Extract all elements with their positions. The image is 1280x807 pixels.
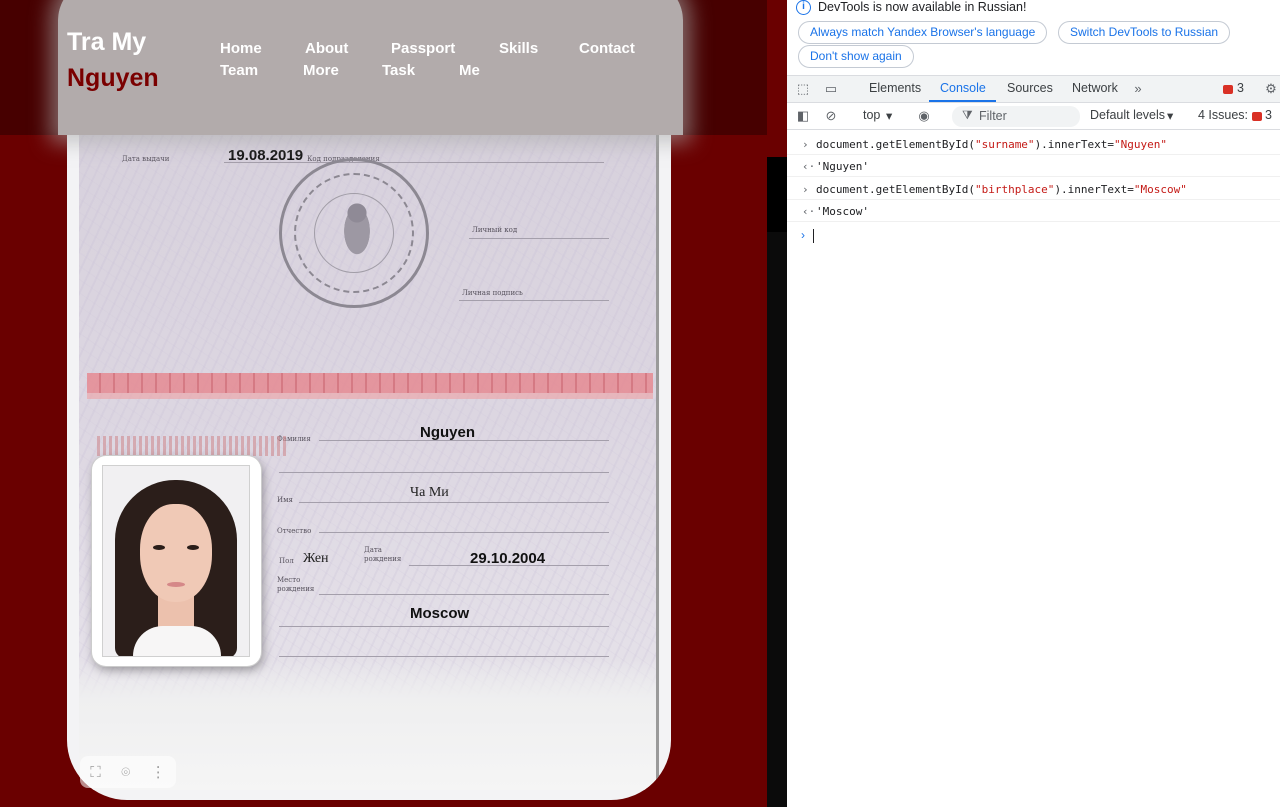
console-prompt-input[interactable] xyxy=(813,229,814,243)
chevron-down-icon: ▾ xyxy=(886,109,893,123)
console-input-line: › document.getElementById("surname").inn… xyxy=(787,133,1280,155)
nav-contact[interactable]: Contact xyxy=(579,40,635,57)
passport-card: Дата выдачи 19.08.2019 Код подразделения… xyxy=(67,100,671,800)
inspect-element-icon[interactable]: ⬚ xyxy=(795,81,811,97)
log-levels-dropdown[interactable]: Default levels xyxy=(1090,108,1165,122)
label-birth-date: Дата рождения xyxy=(364,546,402,563)
nav-skills[interactable]: Skills xyxy=(499,40,538,57)
brand-last-name[interactable]: Nguyen xyxy=(67,64,159,93)
console-input-line: › document.getElementById("birthplace").… xyxy=(787,178,1280,200)
filter-input[interactable]: ⧩ Filter xyxy=(952,106,1080,127)
context-selector[interactable]: top xyxy=(863,108,880,122)
console-toolbar: ◧ ⊘ top ▾ ◉ ⧩ Filter Default levels ▾ 4 … xyxy=(787,103,1280,130)
label-sex: Пол xyxy=(279,557,294,565)
console-output-line: ‹· 'Nguyen' xyxy=(787,155,1280,177)
label-personal-code: Личный код xyxy=(472,226,518,234)
info-icon: i xyxy=(796,0,811,15)
label-birthplace: Место рождения xyxy=(277,576,315,593)
label-name: Имя xyxy=(277,496,293,504)
error-badge-icon xyxy=(1223,85,1233,94)
label-patronymic: Отчество xyxy=(277,527,312,535)
label-issue-date: Дата выдачи xyxy=(122,155,170,163)
nav-about[interactable]: About xyxy=(305,40,348,57)
tab-console[interactable]: Console xyxy=(940,81,986,95)
switch-to-russian-button[interactable]: Switch DevTools to Russian xyxy=(1058,21,1231,44)
passport-page: Дата выдачи 19.08.2019 Код подразделения… xyxy=(79,100,659,790)
console-prompt-icon: › xyxy=(801,228,805,242)
language-infobar: i DevTools is now available in Russian! … xyxy=(787,0,1280,76)
site-header: Tra My Nguyen Home About Passport Skills… xyxy=(0,0,767,135)
dont-show-again-button[interactable]: Don't show again xyxy=(798,45,914,68)
nav-more[interactable]: More xyxy=(303,62,339,79)
given-names-value: Ча Ми xyxy=(410,485,449,500)
nav-me[interactable]: Me xyxy=(459,62,480,79)
label-signature: Личная подпись xyxy=(462,289,523,297)
devtools-tabbar: ⬚ ▭ Elements Console Sources Network » 3… xyxy=(787,76,1280,103)
filter-icon: ⧩ xyxy=(962,108,973,122)
input-chevron-icon: › xyxy=(802,183,809,196)
input-chevron-icon: › xyxy=(802,138,809,151)
security-band xyxy=(87,373,653,393)
nav-home[interactable]: Home xyxy=(220,40,262,57)
device-toolbar-icon[interactable]: ▭ xyxy=(823,81,839,97)
more-icon[interactable]: ⋮ xyxy=(151,763,166,781)
surname-value: Nguyen xyxy=(420,424,476,441)
sex-value: Жен xyxy=(303,551,329,566)
camera-icon[interactable]: ⌾ xyxy=(121,763,130,781)
passport-photo-frame xyxy=(92,456,261,666)
viewport-edge xyxy=(767,157,787,232)
console-output-line: ‹· 'Moscow' xyxy=(787,200,1280,222)
infobar-message: DevTools is now available in Russian! xyxy=(818,0,1027,14)
viewport-edge-lower xyxy=(767,232,787,807)
active-tab-indicator xyxy=(929,100,996,102)
tab-sources[interactable]: Sources xyxy=(1007,81,1053,95)
eye-icon[interactable]: ◉ xyxy=(916,108,932,124)
brand-first-name[interactable]: Tra My xyxy=(67,28,146,57)
settings-gear-icon[interactable]: ⚙ xyxy=(1263,81,1279,97)
sidebar-toggle-icon[interactable]: ◧ xyxy=(795,108,811,124)
issues-count[interactable]: 3 xyxy=(1265,108,1272,122)
nav-passport[interactable]: Passport xyxy=(391,40,455,57)
issues-badge-icon xyxy=(1252,112,1262,121)
birthplace-value: Moscow xyxy=(410,605,470,622)
website-viewport: Дата выдачи 19.08.2019 Код подразделения… xyxy=(0,0,787,807)
passport-photo xyxy=(102,465,250,657)
more-tabs-chevron-icon[interactable]: » xyxy=(1130,81,1146,97)
image-tools: ⛶ ⌾ ⋮ xyxy=(80,756,176,788)
chevron-down-icon: ▾ xyxy=(1167,109,1174,123)
nav-task[interactable]: Task xyxy=(382,62,415,79)
return-arrow-icon: ‹· xyxy=(802,160,816,173)
clear-console-icon[interactable]: ⊘ xyxy=(823,108,839,124)
nav-team[interactable]: Team xyxy=(220,62,258,79)
error-count[interactable]: 3 xyxy=(1237,81,1244,95)
match-browser-language-button[interactable]: Always match Yandex Browser's language xyxy=(798,21,1048,44)
return-arrow-icon: ‹· xyxy=(802,205,816,218)
devtools-panel: i DevTools is now available in Russian! … xyxy=(787,0,1280,807)
tab-network[interactable]: Network xyxy=(1072,81,1118,95)
tab-elements[interactable]: Elements xyxy=(869,81,921,95)
issues-button[interactable]: 4 Issues: xyxy=(1198,108,1248,122)
eagle-emblem-icon xyxy=(337,195,377,255)
smart-crop-icon[interactable]: ⛶ xyxy=(90,763,101,781)
filter-placeholder: Filter xyxy=(979,109,1007,123)
